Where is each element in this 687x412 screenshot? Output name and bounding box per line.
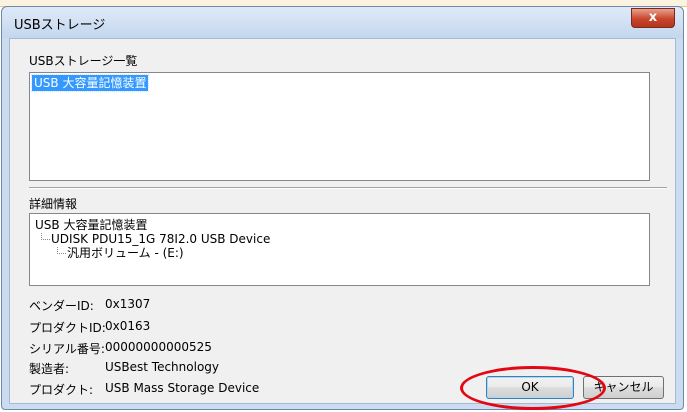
list-item-usb-mass-storage[interactable]: USB 大容量記憶装置 <box>30 74 150 92</box>
vendor-id-label: ベンダーID: <box>29 299 94 313</box>
storage-list-label: USBストレージ一覧 <box>29 54 138 68</box>
close-icon: x <box>648 10 658 25</box>
details-label: 詳細情報 <box>29 197 78 211</box>
close-button[interactable]: x <box>631 8 675 28</box>
highlight-annotation-circle <box>460 366 606 410</box>
title-bar: USBストレージ x <box>2 7 683 38</box>
tree-node-volume[interactable]: 汎用ボリューム - (E:) <box>67 246 184 260</box>
separator-line <box>29 187 667 189</box>
serial-number-label: シリアル番号: <box>29 342 105 356</box>
serial-number-value: 00000000000525 <box>105 340 212 354</box>
tree-connector <box>57 247 66 254</box>
product-id-label: プロダクトID: <box>29 321 106 335</box>
product-value: USB Mass Storage Device <box>105 381 260 395</box>
vendor-id-value: 0x1307 <box>105 297 151 311</box>
tree-connector <box>41 233 50 240</box>
window-title: USBストレージ <box>14 18 106 33</box>
product-id-value: 0x0163 <box>105 319 151 333</box>
manufacturer-value: USBest Technology <box>105 360 220 374</box>
storage-listbox[interactable]: USB 大容量記憶装置 <box>29 72 650 181</box>
tree-node-root[interactable]: USB 大容量記憶装置 <box>35 218 147 232</box>
details-treeview[interactable]: USB 大容量記憶装置 UDISK PDU15_1G 78I2.0 USB De… <box>29 213 650 286</box>
tree-node-device[interactable]: UDISK PDU15_1G 78I2.0 USB Device <box>51 232 270 246</box>
usb-storage-dialog: USBストレージ x USBストレージ一覧 USB 大容量記憶装置 詳細情報 U… <box>1 6 684 410</box>
product-label: プロダクト: <box>29 383 94 397</box>
manufacturer-label: 製造者: <box>29 362 70 376</box>
dialog-body: USBストレージ一覧 USB 大容量記憶装置 詳細情報 USB 大容量記憶装置 … <box>9 38 676 404</box>
